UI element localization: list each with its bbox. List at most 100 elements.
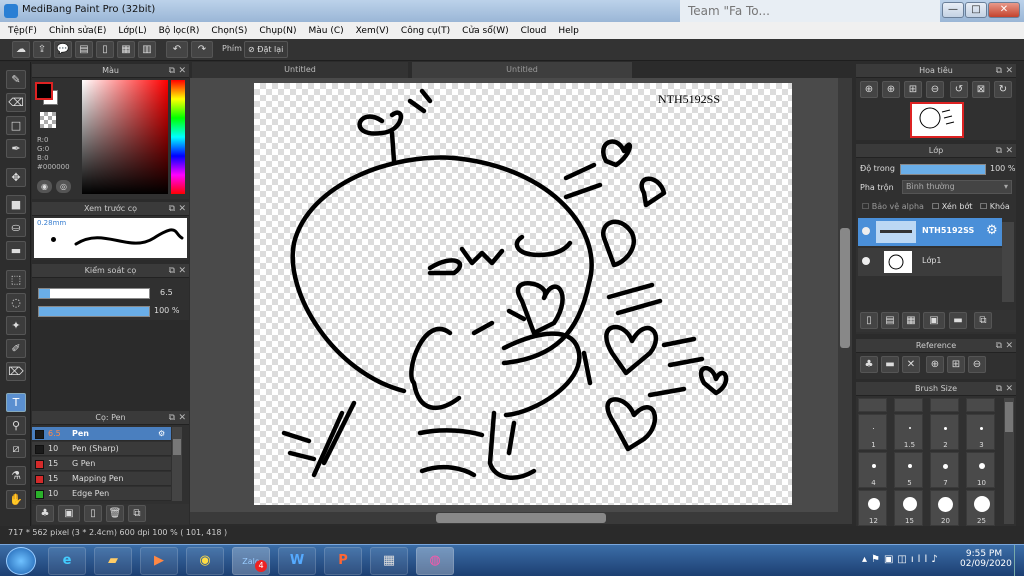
brush-list-scrollbar[interactable] (172, 427, 182, 501)
brush-size-cell[interactable] (930, 398, 959, 412)
gear-icon[interactable]: ⚙ (986, 223, 998, 238)
lasso-tool-icon[interactable]: ◌ (6, 293, 26, 312)
ie-icon[interactable]: e (48, 547, 86, 575)
medibang-taskbar-icon[interactable]: ◍ (416, 547, 454, 575)
expand-icon[interactable]: ⧉ (169, 264, 175, 278)
brush-size-cell[interactable]: 20 (930, 490, 959, 526)
color-picker-square[interactable] (82, 80, 168, 194)
word-icon[interactable]: W (278, 547, 316, 575)
brush-tool-icon[interactable]: ✎ (6, 70, 26, 89)
expand-icon[interactable]: ⧉ (996, 144, 1002, 158)
brush-trash-icon[interactable]: 🗑 (106, 505, 124, 522)
vertical-scrollbar[interactable] (838, 78, 852, 512)
menu-filter[interactable]: Bộ lọc(R) (159, 26, 200, 36)
media-player-icon[interactable]: ▶ (140, 547, 178, 575)
calculator-icon[interactable]: ▦ (370, 547, 408, 575)
drawing-canvas[interactable]: NTH5192SS (254, 83, 792, 505)
brush-size-cell[interactable]: 25 (966, 490, 995, 526)
reference-fit-icon[interactable]: ⊞ (947, 356, 965, 373)
message-icon[interactable]: ▤ (75, 41, 93, 58)
new-halftone-layer-icon[interactable]: ▤ (881, 312, 899, 329)
expand-icon[interactable]: ⧉ (996, 64, 1002, 78)
menu-tools[interactable]: Công cụ(T) (401, 26, 450, 36)
note-icon[interactable]: ▦ (117, 41, 135, 58)
brush-size-cell[interactable]: 5 (894, 452, 923, 488)
layer-scrollbar[interactable] (1002, 222, 1014, 302)
brush-add-dropdown-icon[interactable]: ▣ (58, 505, 80, 522)
rect-tool-icon[interactable]: □ (6, 116, 26, 135)
rotate-right-icon[interactable]: ↻ (994, 81, 1012, 98)
menu-edit[interactable]: Chỉnh sửa(E) (49, 26, 106, 36)
close-icon[interactable]: ✕ (178, 264, 186, 278)
close-icon[interactable]: ✕ (1005, 382, 1013, 396)
transparent-swatch[interactable] (40, 112, 56, 128)
duplicate-layer-icon[interactable]: ⧉ (974, 312, 992, 329)
close-icon[interactable]: ✕ (178, 202, 186, 216)
maximize-button[interactable]: □ (965, 2, 987, 18)
brush-size-scrollbar[interactable] (1004, 398, 1014, 524)
brush-document-icon[interactable]: ▯ (84, 505, 102, 522)
brush-size-cell[interactable]: 15 (894, 490, 923, 526)
brush-size-cell[interactable] (894, 398, 923, 412)
magic-wand-tool-icon[interactable]: ✦ (6, 316, 26, 335)
lock-checkbox[interactable]: ☐ Khóa (980, 202, 1010, 211)
fill-rect-tool-icon[interactable]: ■ (6, 195, 26, 214)
brush-item-g-pen[interactable]: 15 G Pen (32, 457, 171, 471)
zalo-icon[interactable]: Zalo 4 (232, 547, 270, 575)
menu-window[interactable]: Cửa sổ(W) (462, 26, 508, 36)
zoom-plus-icon[interactable]: ⊕ (882, 81, 900, 98)
hand-tool-icon[interactable]: ✋ (6, 490, 26, 509)
horizontal-scrollbar[interactable] (190, 512, 852, 524)
vertical-scroll-thumb[interactable] (840, 228, 850, 348)
move-tool-icon[interactable]: ✥ (6, 168, 26, 187)
open-reference-icon[interactable]: ▬ (881, 356, 899, 373)
add-layer-dropdown-icon[interactable]: ▣ (923, 312, 945, 329)
add-brush-icon[interactable]: ♣ (36, 505, 54, 522)
reset-view-icon[interactable]: ⊠ (972, 81, 990, 98)
layer-row-nth5192ss[interactable]: NTH5192SS ⚙ (858, 218, 1002, 246)
layer-visibility-icon[interactable] (862, 257, 870, 265)
comment-icon[interactable]: 💬 (54, 41, 72, 58)
new-layer-icon[interactable]: ▯ (860, 312, 878, 329)
clipping-checkbox[interactable]: ☐ Xén bớt (932, 202, 972, 211)
brush-copy-icon[interactable]: ⧉ (128, 505, 146, 522)
sheet-icon[interactable]: ▥ (138, 41, 156, 58)
horizontal-scroll-thumb[interactable] (436, 513, 606, 523)
select-pen-tool-icon[interactable]: ✐ (6, 339, 26, 358)
text-tool-icon[interactable]: T (6, 393, 26, 412)
reset-button[interactable]: ⊘ Đặt lại (244, 41, 288, 58)
folder-icon[interactable]: ▬ (949, 312, 967, 329)
menu-select[interactable]: Chọn(S) (211, 26, 247, 36)
brush-size-slider[interactable] (38, 288, 150, 299)
zoom-in-icon[interactable]: ⊕ (860, 81, 878, 98)
color-wheel-icon[interactable]: ◎ (56, 180, 71, 193)
foreground-color[interactable] (35, 82, 53, 100)
tray-icons[interactable]: ▴⚑▣◫ıll♪ (862, 554, 942, 565)
layer-opacity-slider[interactable] (900, 164, 986, 175)
brush-size-cell[interactable]: 10 (966, 452, 995, 488)
undo-icon[interactable]: ↶ (166, 41, 188, 58)
pen-tool-icon[interactable]: ✒ (6, 139, 26, 158)
remove-reference-icon[interactable]: ✕ (902, 356, 920, 373)
operation-tool-icon[interactable]: ⚲ (6, 416, 26, 435)
brush-size-cell[interactable]: 1.5 (894, 414, 923, 450)
upload-icon[interactable]: ⇪ (33, 41, 51, 58)
start-button[interactable] (6, 547, 36, 575)
palette-icon[interactable]: ◉ (37, 180, 52, 193)
brush-item-pen[interactable]: 6.5 Pen ⚙ (32, 427, 171, 441)
layer-visibility-icon[interactable] (862, 227, 870, 235)
redo-icon[interactable]: ↷ (191, 41, 213, 58)
brush-size-cell[interactable]: 12 (858, 490, 887, 526)
protect-alpha-checkbox[interactable]: ☐ Bảo vệ alpha (862, 202, 924, 211)
brush-opacity-slider[interactable] (38, 306, 150, 317)
menu-color[interactable]: Màu (C) (309, 26, 344, 36)
add-reference-icon[interactable]: ♣ (860, 356, 878, 373)
select-tool-icon[interactable]: ⬚ (6, 270, 26, 289)
close-icon[interactable]: ✕ (178, 411, 186, 425)
close-button[interactable]: ✕ (988, 2, 1020, 18)
brush-item-pen-sharp[interactable]: 10 Pen (Sharp) (32, 442, 171, 456)
menu-snap[interactable]: Chụp(N) (259, 26, 296, 36)
tab-untitled-2[interactable]: Untitled (412, 62, 632, 78)
brush-size-cell[interactable] (858, 398, 887, 412)
expand-icon[interactable]: ⧉ (996, 382, 1002, 396)
